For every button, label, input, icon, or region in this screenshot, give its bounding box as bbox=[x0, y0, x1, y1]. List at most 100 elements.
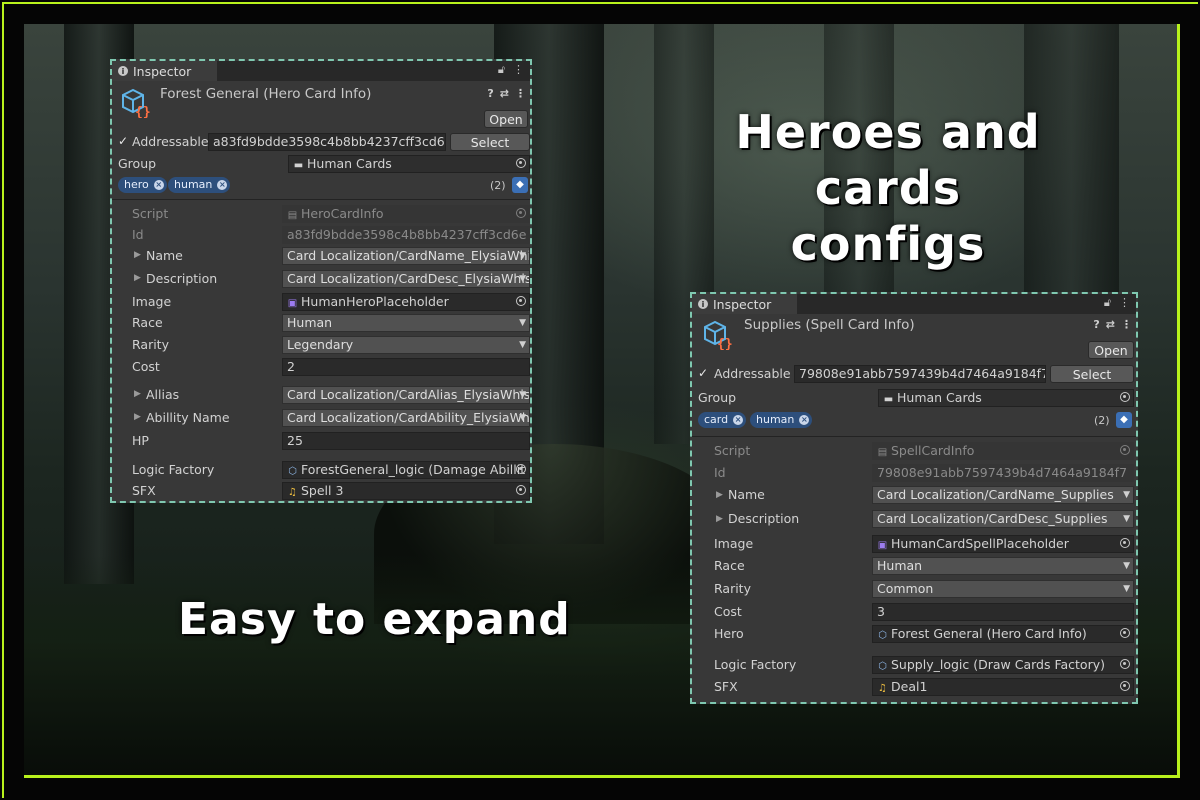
ability-name-dropdown[interactable]: Card Localization/CardAbility_ElysiaWh ▼ bbox=[282, 409, 530, 427]
race-value: Human bbox=[877, 558, 923, 573]
script-value: SpellCardInfo bbox=[891, 443, 975, 458]
race-value: Human bbox=[287, 315, 333, 330]
race-dropdown[interactable]: Human ▼ bbox=[872, 557, 1134, 575]
remove-label-icon[interactable]: × bbox=[733, 415, 744, 425]
sfx-field[interactable]: ♫ Spell 3 bbox=[282, 482, 530, 500]
logic-factory-value: Supply_logic (Draw Cards Factory) bbox=[891, 657, 1105, 672]
help-icon[interactable]: ? bbox=[1093, 318, 1099, 331]
description-dropdown[interactable]: Card Localization/CardDesc_Supplies ▼ bbox=[872, 510, 1134, 528]
name-dropdown[interactable]: Card Localization/CardName_ElysiaWhi ▼ bbox=[282, 247, 530, 265]
foldout-arrow-icon[interactable]: ▶ bbox=[134, 273, 141, 283]
remove-label-icon[interactable]: × bbox=[799, 415, 810, 425]
object-picker-icon[interactable] bbox=[516, 296, 526, 306]
svg-text:{}: {} bbox=[135, 105, 150, 118]
help-icon[interactable]: ? bbox=[487, 87, 493, 100]
addressable-checkbox[interactable]: ✓ bbox=[118, 135, 130, 147]
lock-icon[interactable]: 🔓︎ bbox=[1104, 296, 1111, 310]
script-field: ▤ HeroCardInfo bbox=[282, 205, 530, 223]
remove-label-icon[interactable]: × bbox=[153, 180, 164, 190]
cost-field[interactable]: 2 bbox=[282, 358, 530, 376]
chip-label: card bbox=[704, 413, 729, 426]
lock-icon[interactable]: 🔓︎ bbox=[498, 63, 505, 77]
foldout-arrow-icon[interactable]: ▶ bbox=[134, 412, 141, 422]
label-tag-icon[interactable]: ◆ bbox=[512, 177, 528, 193]
hp-field[interactable]: 25 bbox=[282, 432, 530, 450]
object-picker-icon[interactable] bbox=[516, 158, 526, 168]
alias-label: Allias bbox=[146, 387, 180, 402]
rarity-dropdown[interactable]: Common ▼ bbox=[872, 580, 1134, 598]
headline-heroes-configs: Heroes and cards configs bbox=[735, 105, 1041, 271]
label-count: (2) bbox=[490, 179, 506, 192]
label-count: (2) bbox=[1094, 414, 1110, 427]
alias-value: Card Localization/CardAlias_ElysiaWhis bbox=[287, 387, 530, 402]
object-picker-icon[interactable] bbox=[516, 485, 526, 495]
logic-factory-label: Logic Factory bbox=[132, 462, 215, 477]
tab-inspector[interactable]: i Inspector bbox=[692, 294, 798, 314]
foldout-arrow-icon[interactable]: ▶ bbox=[716, 514, 723, 524]
logic-factory-field[interactable]: ⬡ ForestGeneral_logic (Damage Abillit bbox=[282, 461, 530, 479]
tab-inspector[interactable]: i Inspector bbox=[112, 61, 218, 81]
label-chip-human[interactable]: human × bbox=[168, 177, 231, 193]
kebab-menu-icon[interactable]: ⋮ bbox=[513, 63, 524, 77]
image-value: HumanHeroPlaceholder bbox=[301, 294, 449, 309]
dropdown-arrow-icon: ▼ bbox=[1123, 490, 1130, 500]
kebab-menu-icon[interactable]: ⋮ bbox=[515, 87, 526, 100]
inspector-tabbar: i Inspector 🔓︎ ⋮ bbox=[692, 294, 1136, 314]
open-button[interactable]: Open bbox=[1088, 341, 1134, 359]
select-button[interactable]: Select bbox=[1050, 365, 1134, 383]
kebab-menu-icon[interactable]: ⋮ bbox=[1119, 296, 1130, 310]
sfx-field[interactable]: ♫ Deal1 bbox=[872, 678, 1134, 696]
alias-dropdown[interactable]: Card Localization/CardAlias_ElysiaWhis ▼ bbox=[282, 386, 530, 404]
addressable-checkbox[interactable]: ✓ bbox=[698, 367, 710, 379]
object-picker-icon[interactable] bbox=[516, 464, 526, 474]
preset-icon[interactable]: ⇄ bbox=[1106, 318, 1115, 331]
object-picker-icon[interactable] bbox=[1120, 681, 1130, 691]
group-field[interactable]: ▬ Human Cards bbox=[878, 389, 1134, 407]
foldout-arrow-icon[interactable]: ▶ bbox=[134, 250, 141, 260]
cost-field[interactable]: 3 bbox=[872, 603, 1134, 621]
object-picker-icon[interactable] bbox=[1120, 628, 1130, 638]
rarity-label: Rarity bbox=[714, 581, 751, 596]
remove-label-icon[interactable]: × bbox=[217, 180, 228, 190]
foldout-arrow-icon[interactable]: ▶ bbox=[134, 389, 141, 399]
label-chip-human[interactable]: human × bbox=[750, 412, 813, 428]
logic-factory-value: ForestGeneral_logic (Damage Abillit bbox=[301, 462, 526, 477]
select-button[interactable]: Select bbox=[450, 133, 530, 151]
group-value: Human Cards bbox=[307, 156, 392, 171]
sprite-icon: ▣ bbox=[877, 540, 888, 551]
description-dropdown[interactable]: Card Localization/CardDesc_ElysiaWhis ▼ bbox=[282, 270, 530, 288]
image-field[interactable]: ▣ HumanHeroPlaceholder bbox=[282, 293, 530, 311]
dropdown-arrow-icon: ▼ bbox=[519, 413, 526, 423]
group-value: Human Cards bbox=[897, 390, 982, 405]
object-picker-icon[interactable] bbox=[1120, 659, 1130, 669]
foldout-arrow-icon[interactable]: ▶ bbox=[716, 490, 723, 500]
audio-clip-icon: ♫ bbox=[878, 683, 887, 694]
group-field[interactable]: ▬ Human Cards bbox=[288, 155, 530, 173]
address-field[interactable]: a83fd9bdde3598c4b8bb4237cff3cd6e bbox=[208, 133, 446, 151]
description-label: Description bbox=[728, 511, 800, 526]
logic-factory-field[interactable]: ⬡ Supply_logic (Draw Cards Factory) bbox=[872, 656, 1134, 674]
object-picker-icon[interactable] bbox=[1120, 538, 1130, 548]
address-field[interactable]: 79808e91abb7597439b4d7464a9184f7 bbox=[794, 365, 1046, 383]
id-field: a83fd9bdde3598c4b8bb4237cff3cd6e bbox=[282, 226, 530, 244]
dropdown-arrow-icon: ▼ bbox=[519, 318, 526, 328]
kebab-menu-icon[interactable]: ⋮ bbox=[1121, 318, 1132, 331]
object-picker-icon[interactable] bbox=[1120, 392, 1130, 402]
name-dropdown[interactable]: Card Localization/CardName_Supplies ▼ bbox=[872, 486, 1134, 504]
hero-field[interactable]: ⬡ Forest General (Hero Card Info) bbox=[872, 625, 1134, 643]
script-label: Script bbox=[714, 443, 751, 458]
label-tag-icon[interactable]: ◆ bbox=[1116, 412, 1132, 428]
preset-icon[interactable]: ⇄ bbox=[500, 87, 509, 100]
image-value: HumanCardSpellPlaceholder bbox=[891, 536, 1069, 551]
ability-name-label: Abillity Name bbox=[146, 410, 230, 425]
script-icon: ▤ bbox=[287, 210, 298, 221]
rarity-dropdown[interactable]: Legendary ▼ bbox=[282, 336, 530, 354]
image-field[interactable]: ▣ HumanCardSpellPlaceholder bbox=[872, 535, 1134, 553]
race-dropdown[interactable]: Human ▼ bbox=[282, 314, 530, 332]
description-value: Card Localization/CardDesc_Supplies bbox=[877, 511, 1108, 526]
open-button[interactable]: Open bbox=[484, 110, 528, 128]
label-chip-card[interactable]: card × bbox=[698, 412, 747, 428]
rarity-label: Rarity bbox=[132, 337, 169, 352]
id-label: Id bbox=[714, 465, 726, 480]
label-chip-hero[interactable]: hero × bbox=[118, 177, 167, 193]
